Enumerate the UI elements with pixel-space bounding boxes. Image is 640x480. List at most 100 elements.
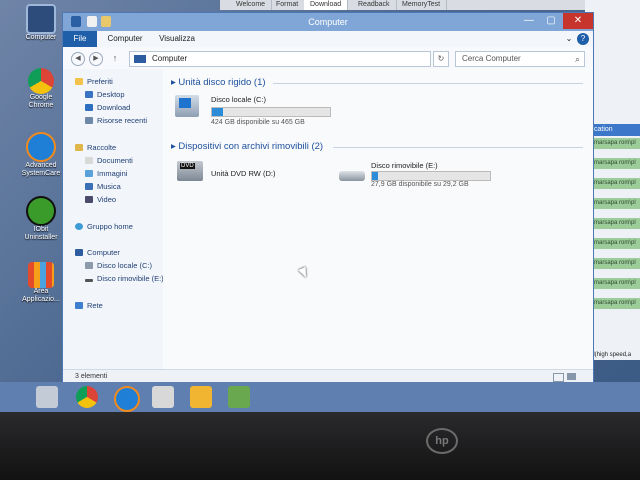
tab-visualizza[interactable]: Visualizza	[153, 31, 201, 47]
ribbon: File Computer Visualizza ⌄ ?	[63, 31, 593, 48]
nav-network[interactable]: Rete	[75, 301, 103, 310]
nav-local-disk[interactable]: Disco locale (C:)	[85, 261, 152, 270]
systemcare-taskbar-icon[interactable]	[114, 386, 140, 412]
nav-documents[interactable]: Documenti	[85, 156, 133, 165]
nav-label: Video	[97, 195, 117, 204]
nav-label: Raccolte	[87, 143, 117, 152]
drive-usage-fill	[372, 172, 378, 180]
large-icons-view-icon[interactable]	[567, 373, 576, 380]
usb-drive-icon	[339, 171, 365, 181]
nav-music[interactable]: Musica	[85, 182, 121, 191]
content-pane: ▸ Unità disco rigido (1) Disco locale (C…	[163, 69, 593, 369]
libraries-icon	[75, 144, 83, 151]
address-bar[interactable]: Computer	[129, 51, 431, 67]
nav-desktop[interactable]: Desktop	[85, 90, 125, 99]
notepad-taskbar-icon[interactable]	[152, 386, 174, 408]
desktop-icon-advanced-systemcare[interactable]: Advanced SystemCare	[18, 132, 64, 178]
media-player-taskbar-icon[interactable]	[190, 386, 212, 408]
homegroup-icon	[75, 223, 83, 230]
tab-file[interactable]: File	[63, 31, 97, 47]
back-button[interactable]: ◀	[71, 52, 85, 66]
bg-tab-format[interactable]: Format	[270, 0, 306, 10]
desktop-icon-apps[interactable]: Area Applicazio...	[18, 262, 64, 304]
ribbon-expand-icon[interactable]: ⌄	[563, 31, 575, 47]
search-box[interactable]: Cerca Computer ⌕	[455, 51, 585, 67]
nav-libraries[interactable]: Raccolte	[75, 143, 116, 152]
nav-label: Computer	[87, 248, 120, 257]
desktop-icon-iobit-uninstaller[interactable]: IObit Uninstaller	[18, 196, 64, 242]
uninstaller-icon	[26, 196, 56, 226]
up-button[interactable]: ↑	[109, 52, 121, 64]
desktop-icon-chrome[interactable]: Google Chrome	[18, 68, 64, 110]
screen: Welcome Format Download Readback MemoryT…	[0, 0, 640, 412]
nav-computer[interactable]: Computer	[75, 248, 120, 257]
bg-row[interactable]: marsapa rom\pl	[592, 138, 640, 149]
bg-row[interactable]: marsapa rom\pl	[592, 298, 640, 309]
bg-tab-readback[interactable]: Readback	[352, 0, 397, 10]
group-hard-disks[interactable]: ▸ Unità disco rigido (1)	[171, 77, 266, 88]
nav-removable-disk[interactable]: Disco rimovibile (E:)	[85, 274, 164, 283]
nav-video[interactable]: Video	[85, 195, 116, 204]
apps-grid-icon	[28, 262, 54, 288]
documents-icon	[85, 157, 93, 164]
video-icon	[85, 196, 93, 203]
bg-row[interactable]: marsapa rom\pl	[592, 178, 640, 189]
nav-homegroup[interactable]: Gruppo home	[75, 222, 133, 231]
chrome-icon	[28, 68, 54, 94]
images-icon	[85, 170, 93, 177]
forward-button[interactable]: ▶	[89, 52, 103, 66]
help-icon[interactable]: ?	[577, 33, 589, 45]
dvd-badge: DVD	[180, 163, 195, 169]
maximize-button[interactable]: ▢	[541, 13, 561, 29]
drive-space-info: 424 GB disponibile su 465 GB	[211, 119, 305, 126]
hp-logo-icon: hp	[426, 428, 458, 454]
bg-row[interactable]: marsapa rom\pl	[592, 198, 640, 209]
app-taskbar-icon[interactable]	[228, 386, 250, 408]
chrome-taskbar-icon[interactable]	[76, 386, 98, 408]
star-icon	[75, 78, 83, 85]
taskbar	[0, 382, 640, 412]
bg-tab-download[interactable]: Download	[304, 0, 349, 10]
group-removable[interactable]: ▸ Dispositivi con archivi rimovibili (2)	[171, 141, 323, 152]
nav-recent[interactable]: Risorse recenti	[85, 116, 147, 125]
nav-label: Preferiti	[87, 77, 113, 86]
nav-label: Disco rimovibile (E:)	[97, 274, 164, 283]
nav-download[interactable]: Download	[85, 103, 130, 112]
windows-logo-icon	[179, 98, 191, 108]
search-icon[interactable]: ⌕	[575, 52, 580, 66]
bg-row[interactable]: marsapa rom\pl	[592, 158, 640, 169]
computer-icon	[26, 4, 56, 34]
navigation-pane: Preferiti Desktop Download Risorse recen…	[63, 69, 164, 369]
details-view-icon[interactable]	[553, 373, 564, 382]
dvd-drive-icon: DVD	[177, 161, 203, 181]
desktop-icon-label: Google Chrome	[28, 94, 54, 109]
drive-name: Disco rimovibile (E:)	[371, 161, 438, 170]
group-divider	[273, 83, 583, 84]
group-title: Dispositivi con archivi rimovibili (2)	[178, 141, 324, 152]
desktop-icon-computer[interactable]: Computer	[18, 4, 64, 42]
nav-label: Risorse recenti	[97, 116, 148, 125]
minimize-button[interactable]: —	[519, 13, 539, 29]
close-button[interactable]: ✕	[563, 13, 593, 29]
file-explorer-taskbar-icon[interactable]	[36, 386, 58, 408]
drive-name: Unità DVD RW (D:)	[211, 169, 276, 178]
nav-favorites[interactable]: Preferiti	[75, 77, 113, 86]
computer-icon	[75, 249, 83, 256]
download-icon	[85, 104, 93, 111]
bg-tab-welcome[interactable]: Welcome	[230, 0, 273, 10]
bg-row[interactable]: marsapa rom\pl	[592, 238, 640, 249]
nav-label: Rete	[87, 301, 103, 310]
search-input[interactable]: Cerca Computer	[462, 52, 521, 66]
tab-computer[interactable]: Computer	[103, 31, 147, 47]
nav-label: Musica	[97, 182, 121, 191]
bg-row[interactable]: marsapa rom\pl	[592, 278, 640, 289]
bg-tab-memorytest[interactable]: MemoryTest	[396, 0, 448, 10]
explorer-window: Computer — ▢ ✕ File Computer Visualizza …	[62, 12, 594, 384]
bg-row[interactable]: marsapa rom\pl	[592, 218, 640, 229]
bg-row[interactable]: marsapa rom\pl	[592, 258, 640, 269]
refresh-button[interactable]: ↻	[433, 51, 449, 67]
group-divider	[333, 147, 583, 148]
nav-label: Documenti	[97, 156, 133, 165]
title-bar[interactable]: Computer — ▢ ✕	[63, 13, 593, 31]
nav-images[interactable]: Immagini	[85, 169, 127, 178]
